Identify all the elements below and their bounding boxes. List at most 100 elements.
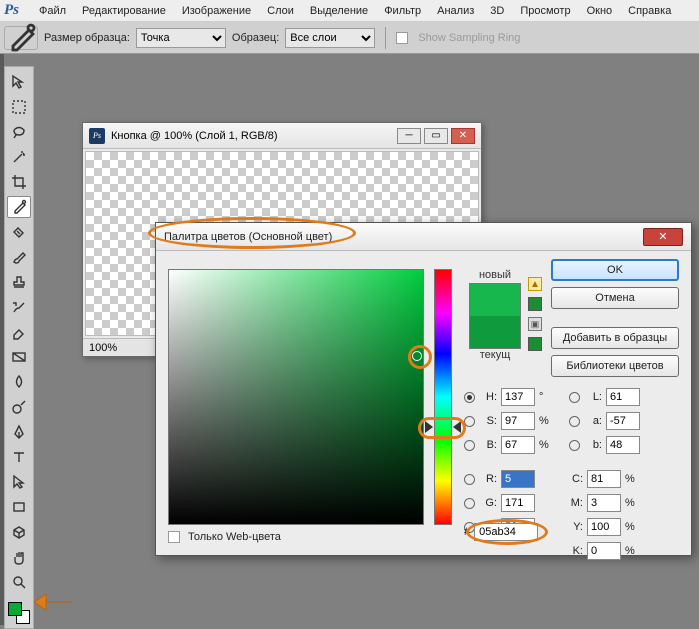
color-picker-title: Палитра цветов (Основной цвет) bbox=[164, 231, 332, 243]
ok-button[interactable]: OK bbox=[551, 259, 679, 281]
path-select-tool-icon[interactable] bbox=[7, 471, 31, 493]
color-field-cursor[interactable] bbox=[412, 351, 422, 361]
menu-layer[interactable]: Слои bbox=[259, 5, 302, 17]
cancel-button[interactable]: Отмена bbox=[551, 287, 679, 309]
input-lb[interactable] bbox=[606, 436, 640, 454]
history-brush-tool-icon[interactable] bbox=[7, 296, 31, 318]
blur-tool-icon[interactable] bbox=[7, 371, 31, 393]
fg-color-swatch[interactable] bbox=[8, 602, 22, 616]
brush-tool-icon[interactable] bbox=[7, 246, 31, 268]
menu-select[interactable]: Выделение bbox=[302, 5, 376, 17]
minimize-button[interactable]: ─ bbox=[397, 128, 421, 144]
shape-tool-icon[interactable] bbox=[7, 496, 31, 518]
radio-l[interactable] bbox=[569, 392, 580, 403]
unit-pct: % bbox=[539, 415, 551, 427]
input-c[interactable] bbox=[587, 470, 621, 488]
annotation-arrow-icon bbox=[34, 588, 74, 616]
input-r[interactable] bbox=[501, 470, 535, 488]
document-titlebar[interactable]: Ps Кнопка @ 100% (Слой 1, RGB/8) ─ ▭ ✕ bbox=[83, 123, 481, 149]
menubar: Ps Файл Редактирование Изображение Слои … bbox=[0, 0, 699, 22]
input-y[interactable] bbox=[587, 518, 621, 536]
add-swatch-button[interactable]: Добавить в образцы bbox=[551, 327, 679, 349]
show-sampling-ring-checkbox[interactable] bbox=[396, 32, 408, 44]
radio-b[interactable] bbox=[464, 440, 475, 451]
crop-tool-icon[interactable] bbox=[7, 171, 31, 193]
gradient-tool-icon[interactable] bbox=[7, 346, 31, 368]
input-b[interactable] bbox=[501, 436, 535, 454]
radio-g[interactable] bbox=[464, 498, 475, 509]
eyedropper-tool-icon[interactable] bbox=[7, 196, 31, 218]
websafe-swatch-icon[interactable] bbox=[528, 337, 542, 351]
sample-size-select[interactable]: Точка bbox=[136, 28, 226, 48]
websafe-warning-icon[interactable]: ▣ bbox=[528, 317, 542, 331]
move-tool-icon[interactable] bbox=[7, 71, 31, 93]
new-color-swatch[interactable] bbox=[470, 284, 520, 316]
color-field[interactable] bbox=[168, 269, 424, 525]
marquee-tool-icon[interactable] bbox=[7, 96, 31, 118]
menu-edit[interactable]: Редактирование bbox=[74, 5, 174, 17]
web-only-checkbox[interactable] bbox=[168, 531, 180, 543]
label-y: Y: bbox=[569, 521, 583, 533]
hue-slider[interactable] bbox=[434, 269, 452, 525]
radio-r[interactable] bbox=[464, 474, 475, 485]
menu-view[interactable]: Просмотр bbox=[512, 5, 578, 17]
dodge-tool-icon[interactable] bbox=[7, 396, 31, 418]
color-libraries-button[interactable]: Библиотеки цветов bbox=[551, 355, 679, 377]
radio-h[interactable] bbox=[464, 392, 475, 403]
label-l: L: bbox=[584, 391, 602, 403]
unit-pct: % bbox=[625, 545, 637, 557]
web-colors-only[interactable]: Только Web-цвета bbox=[168, 531, 281, 543]
menu-analysis[interactable]: Анализ bbox=[429, 5, 482, 17]
input-g[interactable] bbox=[501, 494, 535, 512]
show-sampling-ring-label: Show Sampling Ring bbox=[418, 32, 520, 44]
current-color-label: текущ bbox=[466, 349, 524, 361]
options-bar: Размер образца: Точка Образец: Все слои … bbox=[0, 22, 699, 54]
lasso-tool-icon[interactable] bbox=[7, 121, 31, 143]
menu-window[interactable]: Окно bbox=[579, 5, 621, 17]
label-a: a: bbox=[584, 415, 602, 427]
wand-tool-icon[interactable] bbox=[7, 146, 31, 168]
stamp-tool-icon[interactable] bbox=[7, 271, 31, 293]
gamut-swatch-icon[interactable] bbox=[528, 297, 542, 311]
eraser-tool-icon[interactable] bbox=[7, 321, 31, 343]
3d-tool-icon[interactable] bbox=[7, 521, 31, 543]
menu-image[interactable]: Изображение bbox=[174, 5, 259, 17]
sample-layers-select[interactable]: Все слои bbox=[285, 28, 375, 48]
type-tool-icon[interactable] bbox=[7, 446, 31, 468]
divider bbox=[385, 27, 386, 49]
heal-tool-icon[interactable] bbox=[7, 221, 31, 243]
close-button[interactable]: ✕ bbox=[451, 128, 475, 144]
input-m[interactable] bbox=[587, 494, 621, 512]
unit-pct: % bbox=[625, 521, 637, 533]
hand-tool-icon[interactable] bbox=[7, 546, 31, 568]
input-h[interactable] bbox=[501, 388, 535, 406]
menu-filter[interactable]: Фильтр bbox=[376, 5, 429, 17]
sample-size-label: Размер образца: bbox=[44, 32, 130, 44]
dialog-close-button[interactable]: ✕ bbox=[643, 228, 683, 246]
maximize-button[interactable]: ▭ bbox=[424, 128, 448, 144]
input-a[interactable] bbox=[606, 412, 640, 430]
radio-a[interactable] bbox=[569, 416, 580, 427]
current-color-swatch[interactable] bbox=[470, 316, 520, 348]
radio-lb[interactable] bbox=[569, 440, 580, 451]
input-s[interactable] bbox=[501, 412, 535, 430]
gamut-warning-icon[interactable]: ▲ bbox=[528, 277, 542, 291]
input-k[interactable] bbox=[587, 542, 621, 560]
radio-s[interactable] bbox=[464, 416, 475, 427]
input-l[interactable] bbox=[606, 388, 640, 406]
hex-input[interactable] bbox=[474, 523, 538, 541]
menu-3d[interactable]: 3D bbox=[482, 5, 512, 17]
sample-label: Образец: bbox=[232, 32, 279, 44]
zoom-tool-icon[interactable] bbox=[7, 571, 31, 593]
hue-pointer-right-icon bbox=[453, 421, 461, 433]
toolbox bbox=[4, 66, 34, 629]
menu-help[interactable]: Справка bbox=[620, 5, 679, 17]
color-picker-titlebar[interactable]: Палитра цветов (Основной цвет) ✕ bbox=[156, 223, 691, 251]
active-tool-eyedropper-icon[interactable] bbox=[4, 26, 38, 50]
color-swatches[interactable] bbox=[8, 602, 30, 624]
pen-tool-icon[interactable] bbox=[7, 421, 31, 443]
web-only-label: Только Web-цвета bbox=[188, 531, 281, 543]
document-title: Кнопка @ 100% (Слой 1, RGB/8) bbox=[111, 130, 278, 142]
unit-pct: % bbox=[625, 473, 637, 485]
menu-file[interactable]: Файл bbox=[31, 5, 74, 17]
